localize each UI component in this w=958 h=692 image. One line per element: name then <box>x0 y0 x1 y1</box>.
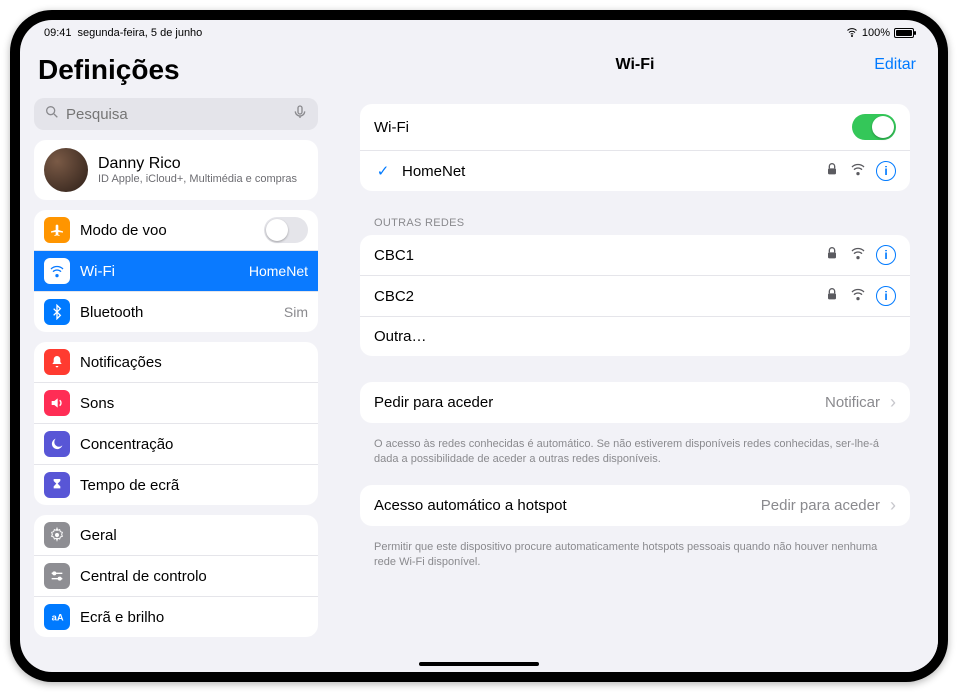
ask-to-join-card: Pedir para aceder Notificar › <box>360 382 910 423</box>
search-field[interactable] <box>34 98 318 130</box>
info-button[interactable]: i <box>876 286 896 306</box>
brightness-icon: aA <box>44 604 70 630</box>
sidebar-item-notifications[interactable]: Notificações <box>34 342 318 382</box>
wifi-label: Wi-Fi <box>374 119 842 136</box>
sidebar-item-label: Central de controlo <box>80 568 308 585</box>
network-name: HomeNet <box>402 163 814 180</box>
sidebar-item-label: Concentração <box>80 436 308 453</box>
airplane-toggle[interactable] <box>264 217 308 243</box>
signal-icon <box>850 245 866 265</box>
sidebar-item-label: Wi-Fi <box>80 263 239 280</box>
wifi-icon <box>44 258 70 284</box>
page-title: Definições <box>34 48 318 88</box>
chevron-right-icon: › <box>890 495 896 516</box>
hotspot-label: Acesso automático a hotspot <box>374 497 751 514</box>
sidebar-item-sounds[interactable]: Sons <box>34 382 318 423</box>
other-label: Outra… <box>374 328 896 345</box>
lock-icon <box>824 161 840 181</box>
sidebar-item-control-center[interactable]: Central de controlo <box>34 555 318 596</box>
other-network-row[interactable]: Outra… <box>360 316 910 356</box>
lock-icon <box>824 245 840 265</box>
speaker-icon <box>44 390 70 416</box>
sidebar-item-label: Tempo de ecrã <box>80 477 308 494</box>
network-row[interactable]: CBC2 i <box>360 275 910 316</box>
status-date: segunda-feira, 5 de junho <box>78 27 203 39</box>
screen: 09:41 segunda-feira, 5 de junho 100% Def… <box>20 20 938 672</box>
gear-icon <box>44 522 70 548</box>
sidebar-item-display[interactable]: aA Ecrã e brilho <box>34 596 318 637</box>
ask-label: Pedir para aceder <box>374 394 815 411</box>
airplane-icon <box>44 217 70 243</box>
hotspot-row[interactable]: Acesso automático a hotspot Pedir para a… <box>360 485 910 526</box>
group-connectivity: Modo de voo Wi-Fi HomeNet <box>34 210 318 332</box>
wifi-icon <box>846 26 858 41</box>
apple-id-row[interactable]: Danny Rico ID Apple, iCloud+, Multimédia… <box>34 140 318 200</box>
search-input[interactable] <box>66 106 286 123</box>
avatar <box>44 148 88 192</box>
ask-footer: O acesso às redes conhecidas é automátic… <box>360 431 910 485</box>
ipad-frame: 09:41 segunda-feira, 5 de junho 100% Def… <box>10 10 948 682</box>
wifi-toggle[interactable] <box>852 114 896 140</box>
sidebar-item-screentime[interactable]: Tempo de ecrã <box>34 464 318 505</box>
bluetooth-icon <box>44 299 70 325</box>
sidebar-item-label: Geral <box>80 527 308 544</box>
sidebar-item-label: Notificações <box>80 354 308 371</box>
sidebar-item-value: HomeNet <box>249 263 308 279</box>
sidebar-item-label: Modo de voo <box>80 222 254 239</box>
sidebar-item-bluetooth[interactable]: Bluetooth Sim <box>34 291 318 332</box>
checkmark-icon: ✓ <box>374 162 392 180</box>
info-button[interactable]: i <box>876 245 896 265</box>
detail-title: Wi-Fi <box>616 56 655 74</box>
account-name: Danny Rico <box>98 155 297 173</box>
moon-icon <box>44 431 70 457</box>
svg-text:aA: aA <box>52 612 64 622</box>
sidebar-item-focus[interactable]: Concentração <box>34 423 318 464</box>
ask-value: Notificar <box>825 394 880 411</box>
sidebar-item-label: Ecrã e brilho <box>80 609 308 626</box>
sidebar-item-label: Bluetooth <box>80 304 274 321</box>
status-time: 09:41 <box>44 27 72 39</box>
connected-network-row[interactable]: ✓ HomeNet i <box>360 150 910 191</box>
signal-icon <box>850 286 866 306</box>
lock-icon <box>824 286 840 306</box>
sidebar-item-general[interactable]: Geral <box>34 515 318 555</box>
detail-header: Wi-Fi Editar <box>332 42 938 88</box>
bell-icon <box>44 349 70 375</box>
status-bar: 09:41 segunda-feira, 5 de junho 100% <box>20 20 938 42</box>
sidebar-item-wifi[interactable]: Wi-Fi HomeNet <box>34 250 318 291</box>
battery-icon <box>894 28 914 38</box>
wifi-main-card: Wi-Fi ✓ HomeNet i <box>360 104 910 191</box>
detail-pane: Wi-Fi Editar Wi-Fi ✓ HomeNet <box>332 42 938 672</box>
home-indicator[interactable] <box>419 662 539 666</box>
account-subtitle: ID Apple, iCloud+, Multimédia e compras <box>98 173 297 185</box>
hotspot-card: Acesso automático a hotspot Pedir para a… <box>360 485 910 526</box>
hotspot-value: Pedir para aceder <box>761 497 880 514</box>
ask-to-join-row[interactable]: Pedir para aceder Notificar › <box>360 382 910 423</box>
wifi-toggle-row: Wi-Fi <box>360 104 910 150</box>
dictate-icon[interactable] <box>292 104 308 124</box>
edit-button[interactable]: Editar <box>874 56 916 74</box>
sidebar-item-value: Sim <box>284 304 308 320</box>
chevron-right-icon: › <box>890 392 896 413</box>
hourglass-icon <box>44 472 70 498</box>
sliders-icon <box>44 563 70 589</box>
signal-icon <box>850 161 866 181</box>
battery-percent: 100% <box>862 27 890 39</box>
group-attention: Notificações Sons Concentração <box>34 342 318 505</box>
other-networks-header: Outras redes <box>360 199 910 235</box>
sidebar-item-airplane[interactable]: Modo de voo <box>34 210 318 250</box>
hotspot-footer: Permitir que este dispositivo procure au… <box>360 534 910 588</box>
network-name: CBC2 <box>374 288 814 305</box>
sidebar: Definições Danny Rico ID Apple, iCloud+,… <box>20 42 332 672</box>
group-general: Geral Central de controlo aA Ecrã e bril… <box>34 515 318 637</box>
sidebar-item-label: Sons <box>80 395 308 412</box>
network-row[interactable]: CBC1 i <box>360 235 910 275</box>
network-name: CBC1 <box>374 247 814 264</box>
search-icon <box>44 104 60 124</box>
other-networks-card: CBC1 i CBC2 <box>360 235 910 356</box>
info-button[interactable]: i <box>876 161 896 181</box>
